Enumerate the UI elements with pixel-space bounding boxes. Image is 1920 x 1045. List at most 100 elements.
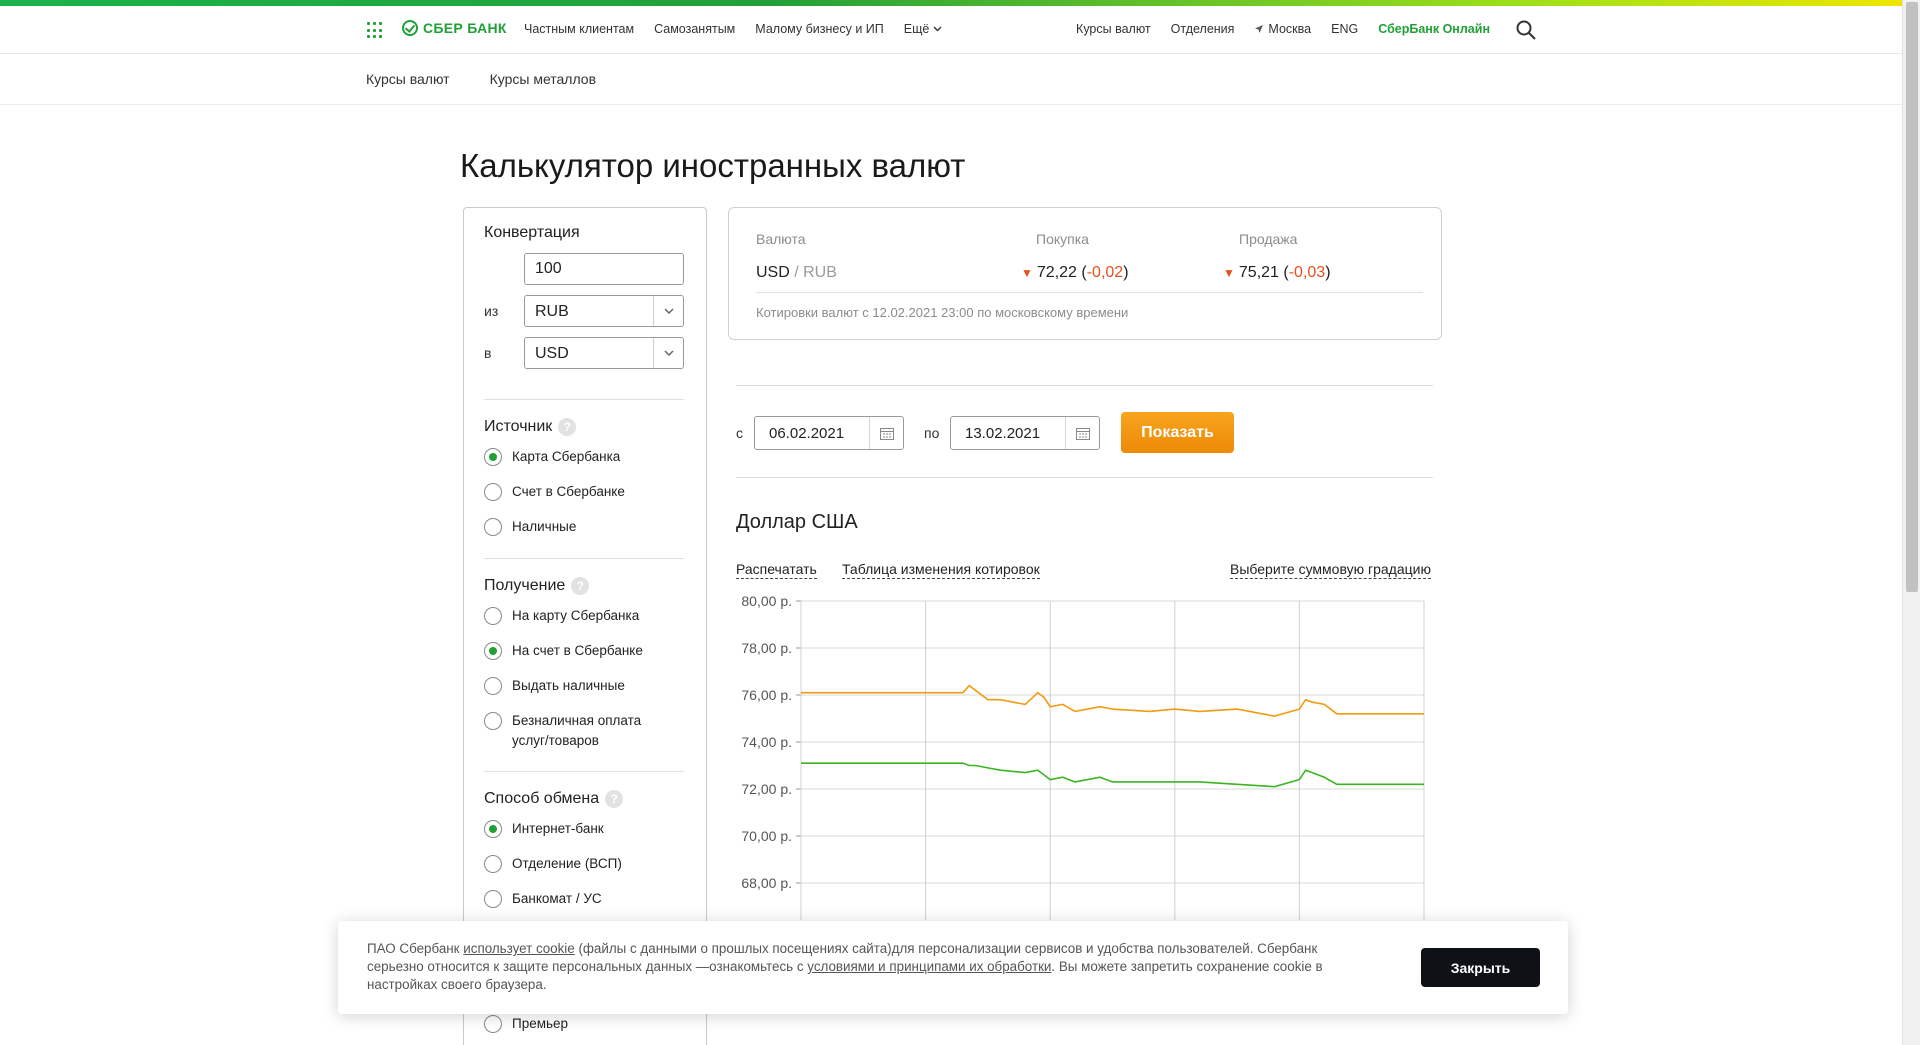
show-button[interactable]: Показать (1121, 412, 1234, 453)
divider (484, 558, 684, 559)
radio-exchange-internet[interactable]: Интернет-банк (484, 819, 662, 839)
sberbank-online-link[interactable]: СберБанк Онлайн (1378, 22, 1490, 36)
y-tick-label: 70,00 р. (741, 828, 792, 844)
calendar-icon[interactable] (869, 417, 903, 449)
radio-label: Выдать наличные (512, 678, 625, 693)
sber-logo[interactable]: СБЕР БАНК (402, 20, 507, 36)
gradation-link[interactable]: Выберите суммовую градацию (1230, 561, 1431, 579)
radio-exchange-atm[interactable]: Банкомат / УС (484, 889, 662, 909)
location-arrow-icon (1255, 25, 1264, 33)
radio-receive-payment[interactable]: Безналичная оплата услуг/товаров (484, 711, 662, 751)
sell-value: 75,21 (1238, 264, 1279, 281)
radio-label: Карта Сбербанка (512, 449, 621, 464)
to-currency-select[interactable]: USD (524, 337, 684, 369)
cookie-text: ПАО Сбербанк использует cookie (файлы с … (367, 940, 1327, 994)
rates-table-link[interactable]: Таблица изменения котировок (842, 561, 1040, 579)
date-to-input[interactable]: 13.02.2021 (950, 416, 1100, 450)
down-arrow-icon: ▼ (1223, 266, 1235, 280)
source-title: Источник ? (484, 418, 577, 436)
help-icon[interactable]: ? (571, 577, 590, 595)
to-currency-value: USD (535, 345, 569, 362)
chart-title: Доллар США (736, 511, 858, 533)
radio-receive-card[interactable]: На карту Сбербанка (484, 606, 662, 626)
help-icon[interactable]: ? (605, 790, 624, 808)
chevron-down-icon (933, 26, 942, 32)
radio-source-account[interactable]: Счет в Сбербанке (484, 482, 662, 502)
privacy-terms-link[interactable]: условиями и принципами их обработки (807, 959, 1051, 974)
radio-label: На счет в Сбербанке (512, 643, 643, 658)
nav-private-clients[interactable]: Частным клиентам (524, 22, 634, 36)
radio-dot (484, 1015, 502, 1033)
scrollbar-thumb[interactable] (1906, 2, 1918, 592)
date-from-value: 06.02.2021 (769, 425, 845, 442)
language-switch[interactable]: ENG (1331, 22, 1358, 36)
to-label: в (484, 345, 492, 361)
date-to-label: по (924, 425, 940, 441)
radio-label: На карту Сбербанка (512, 608, 640, 623)
y-tick-label: 76,00 р. (741, 687, 792, 703)
date-from-input[interactable]: 06.02.2021 (754, 416, 904, 450)
secondary-nav: Курсы валют Отделения Москва ENG СберБан… (1076, 22, 1490, 36)
radio-dot (484, 518, 502, 536)
city-selector[interactable]: Москва (1254, 22, 1311, 36)
sell-change: -0,03 (1288, 264, 1326, 281)
radio-receive-account[interactable]: На счет в Сбербанке (484, 641, 662, 661)
series-line-1 (801, 762, 1424, 788)
radio-exchange-premier[interactable]: Премьер (484, 1014, 662, 1034)
col-buy: Покупка (1036, 231, 1089, 247)
col-currency: Валюта (756, 231, 806, 247)
radio-exchange-branch[interactable]: Отделение (ВСП) (484, 854, 662, 874)
sber-logo-icon (402, 20, 418, 36)
divider (736, 385, 1433, 386)
subnav-currency-rates[interactable]: Курсы валют (366, 71, 450, 87)
scrollbar[interactable] (1902, 0, 1920, 1045)
radio-dot (484, 677, 502, 695)
radio-source-card[interactable]: Карта Сбербанка (484, 447, 662, 467)
rates-note: Котировки валют с 12.02.2021 23:00 по мо… (756, 305, 1129, 320)
nav-small-business[interactable]: Малому бизнесу и ИП (755, 22, 883, 36)
apps-grid-icon[interactable] (367, 22, 385, 40)
nav-branches[interactable]: Отделения (1171, 22, 1235, 36)
amount-input[interactable]: 100 (524, 253, 684, 285)
calendar-icon[interactable] (1065, 417, 1099, 449)
help-icon[interactable]: ? (558, 418, 577, 436)
rates-subnav: Курсы валют Курсы металлов (0, 55, 1902, 105)
from-currency-value: RUB (535, 303, 569, 320)
radio-receive-cash[interactable]: Выдать наличные (484, 676, 662, 696)
converter-title: Конвертация (484, 224, 580, 241)
chevron-down-icon (653, 296, 683, 326)
down-arrow-icon: ▼ (1021, 266, 1033, 280)
subnav-metal-rates[interactable]: Курсы металлов (490, 71, 596, 87)
city-name: Москва (1268, 22, 1312, 36)
radio-label: Интернет-банк (512, 821, 604, 836)
nav-rates[interactable]: Курсы валют (1076, 22, 1151, 36)
radio-dot (484, 642, 502, 660)
nav-self-employed[interactable]: Самозанятым (654, 22, 735, 36)
radio-label: Банкомат / УС (512, 891, 602, 906)
source-title-text: Источник (484, 418, 553, 435)
close-cookie-button[interactable]: Закрыть (1421, 948, 1540, 987)
radio-label: Счет в Сбербанке (512, 484, 625, 499)
cookie-banner: ПАО Сбербанк использует cookie (файлы с … (338, 921, 1568, 1014)
radio-source-cash[interactable]: Наличные (484, 517, 662, 537)
radio-dot (484, 855, 502, 873)
nav-more[interactable]: Ещё (904, 22, 943, 36)
cookie-policy-link[interactable]: использует cookie (463, 941, 574, 956)
rate-chart: 80,00 р. 78,00 р. 76,00 р. 74,00 р. 72,00 р.… (741, 593, 1425, 920)
search-icon[interactable] (1516, 20, 1536, 40)
exchange-title: Способ обмена ? (484, 790, 624, 808)
chevron-down-icon (653, 338, 683, 368)
from-currency-select[interactable]: RUB (524, 295, 684, 327)
y-tick-label: 78,00 р. (741, 640, 792, 656)
print-link[interactable]: Распечатать (736, 561, 817, 579)
radio-dot (484, 820, 502, 838)
logo-text: СБЕР БАНК (423, 20, 507, 36)
page-title: Калькулятор иностранных валют (460, 147, 966, 184)
divider (736, 477, 1433, 478)
radio-label: Отделение (ВСП) (512, 856, 622, 871)
radio-label: Безналичная оплата услуг/товаров (512, 713, 642, 748)
radio-dot (484, 607, 502, 625)
site-header: СБЕР БАНК Частным клиентам Самозанятым М… (0, 6, 1902, 54)
radio-label: Наличные (512, 519, 577, 534)
buy-value: 72,22 (1036, 264, 1077, 281)
